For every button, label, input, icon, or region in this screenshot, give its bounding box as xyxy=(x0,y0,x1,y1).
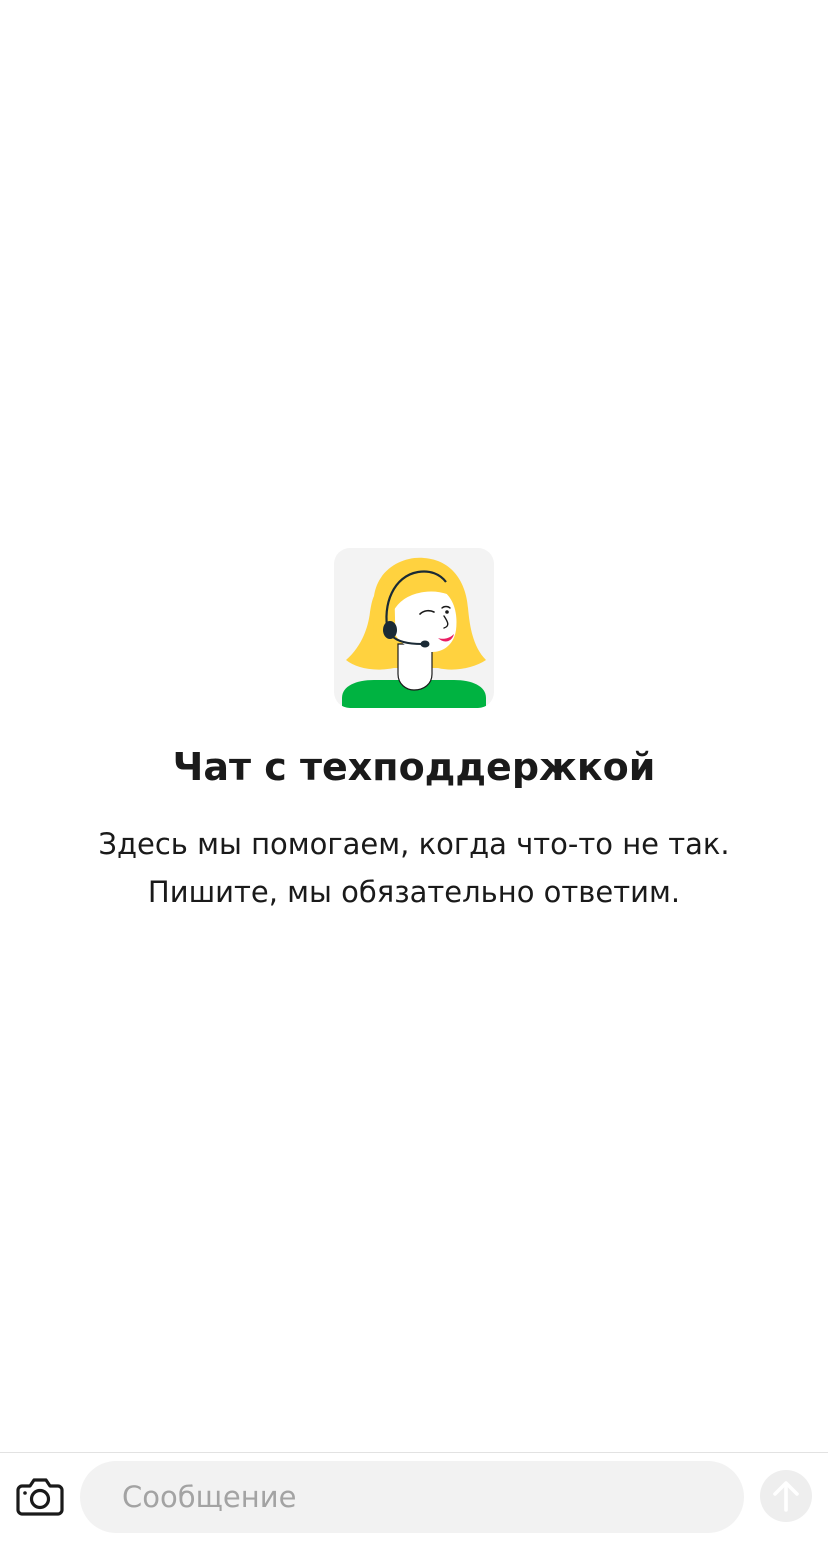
message-input[interactable] xyxy=(80,1461,744,1533)
empty-chat-state: Чат с техподдержкой Здесь мы помогаем, к… xyxy=(0,548,828,916)
empty-state-description: Здесь мы помогаем, когда что-то не так. … xyxy=(0,820,828,916)
description-line-1: Здесь мы помогаем, когда что-то не так. xyxy=(98,827,730,861)
page-title: Чат с техподдержкой xyxy=(172,745,656,789)
description-line-2: Пишите, мы обязательно ответим. xyxy=(147,875,681,909)
support-agent-avatar xyxy=(334,548,494,708)
send-button[interactable] xyxy=(760,1470,812,1522)
camera-icon xyxy=(16,1478,64,1516)
message-composer xyxy=(0,1452,828,1541)
attach-photo-button[interactable] xyxy=(12,1471,68,1521)
support-agent-icon xyxy=(342,557,486,708)
arrow-up-icon xyxy=(773,1481,799,1512)
